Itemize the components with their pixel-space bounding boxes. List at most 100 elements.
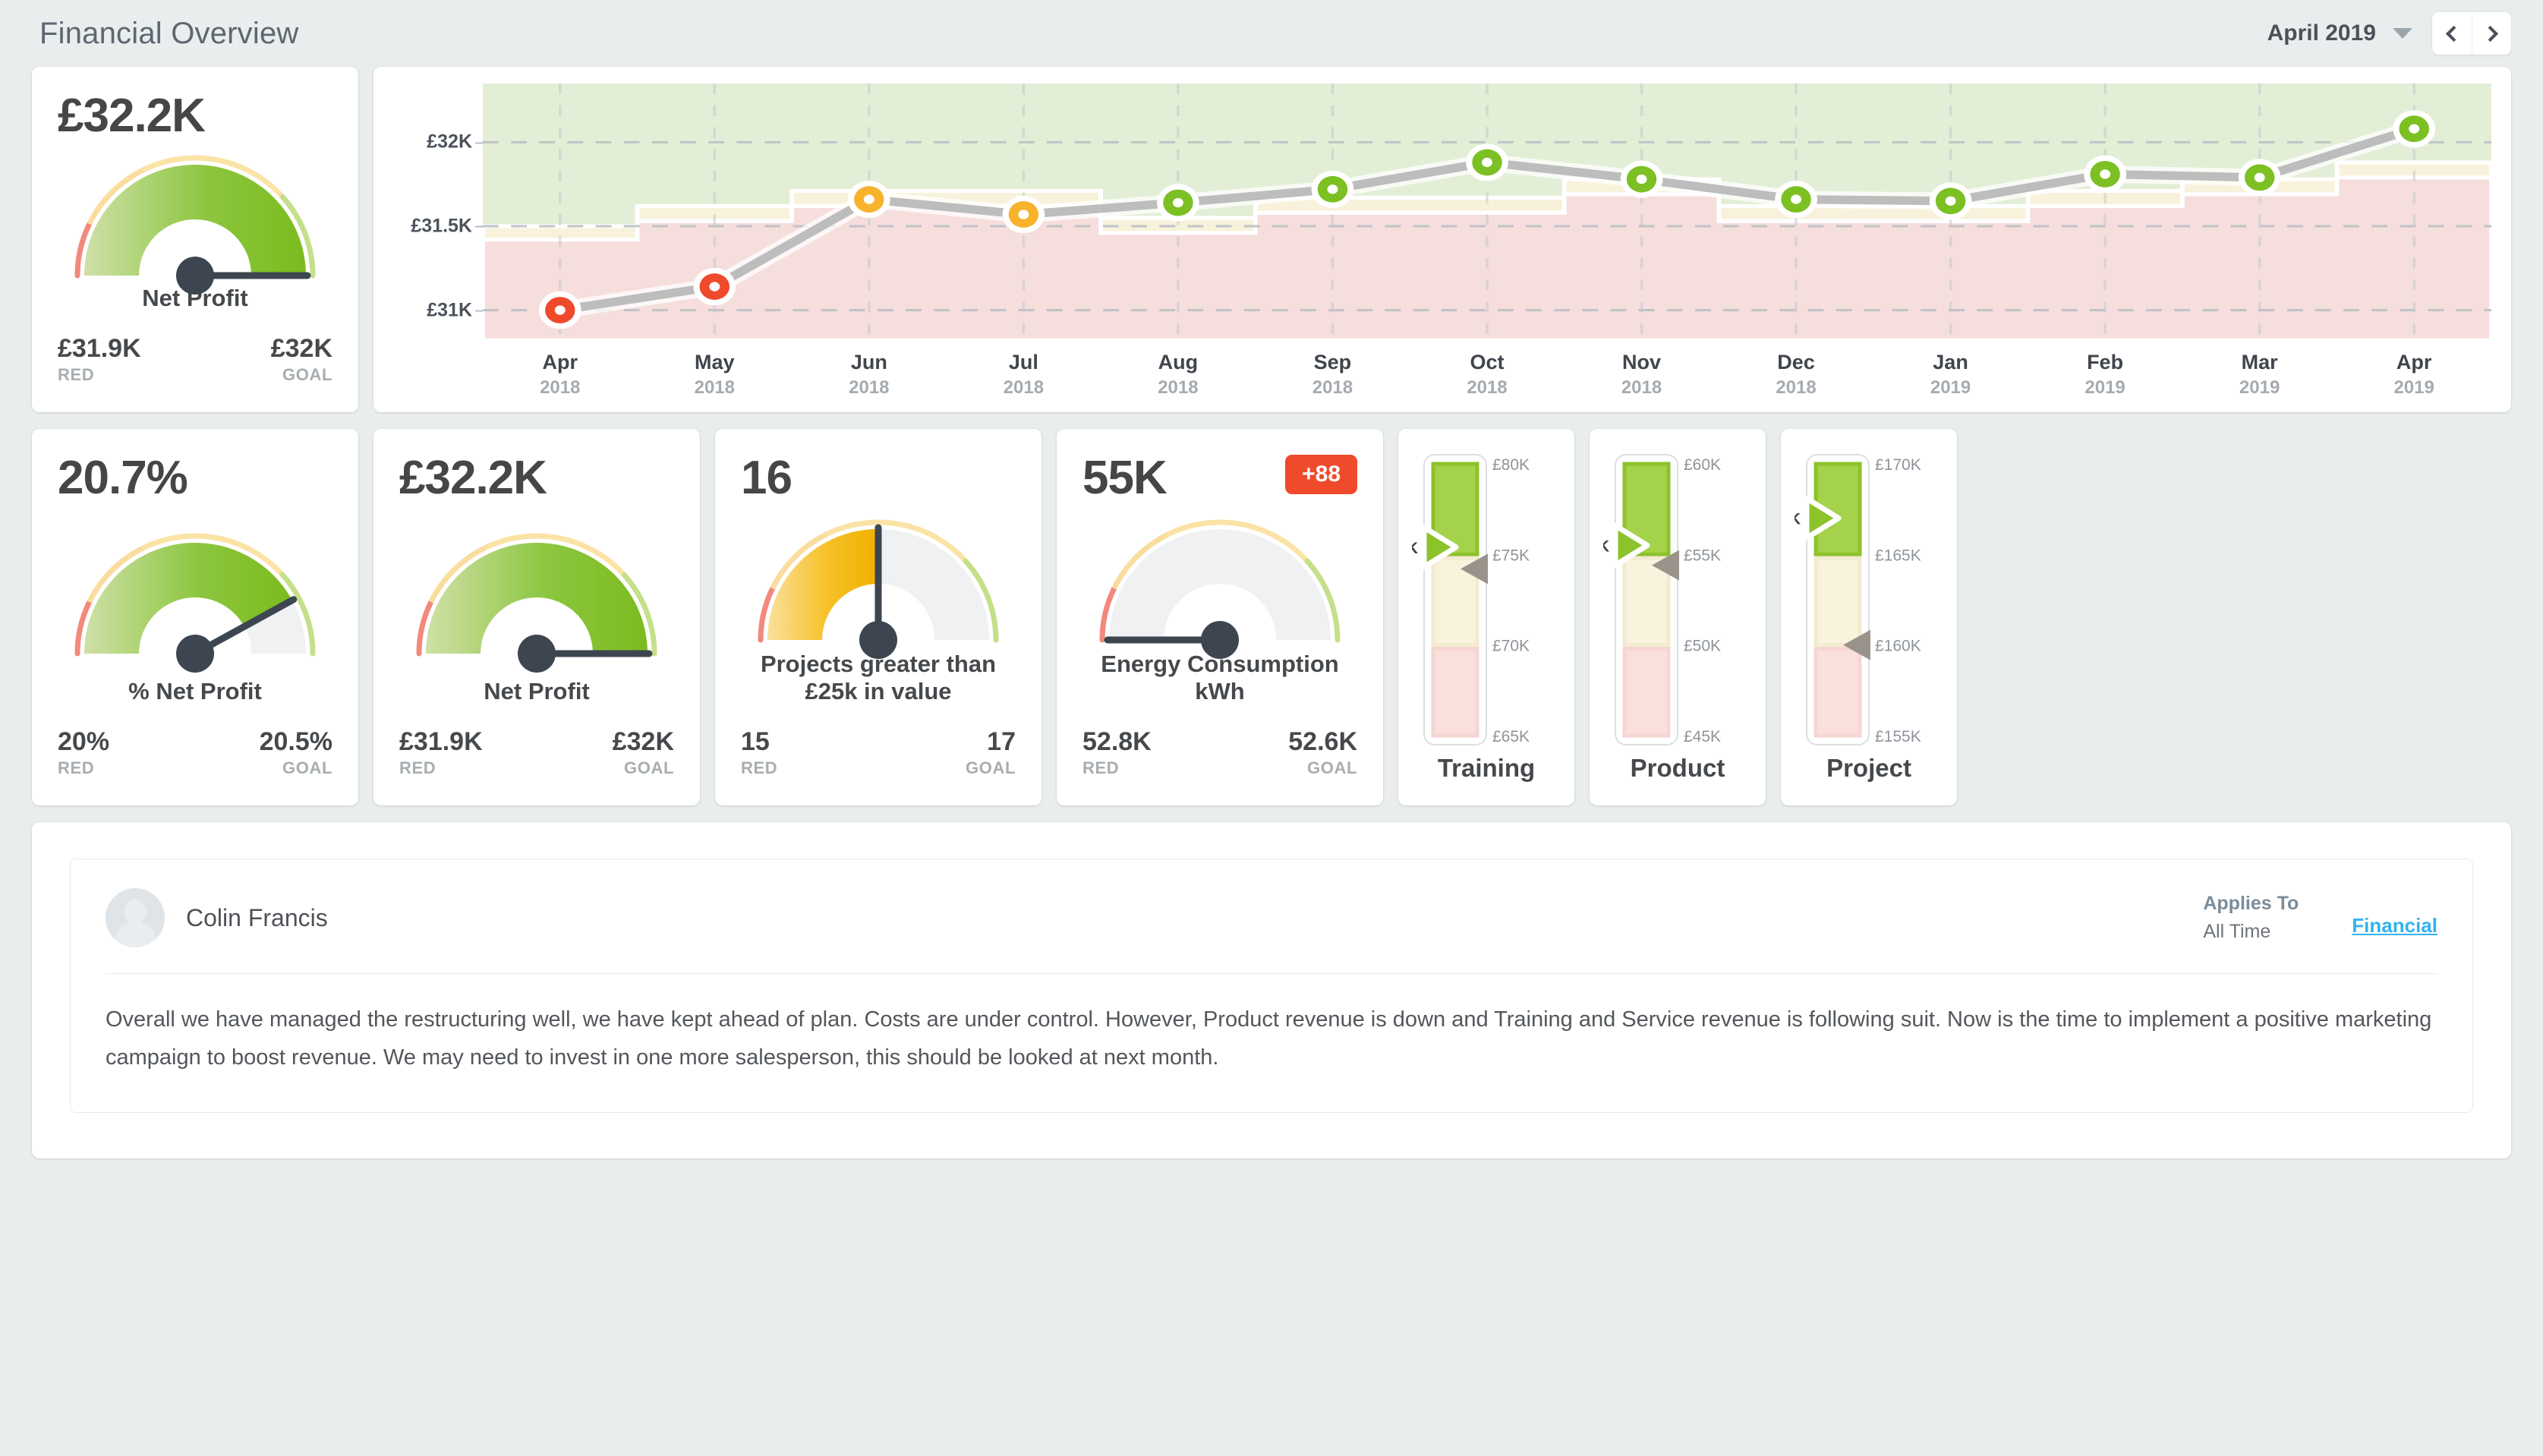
kpi-red-value: 15	[741, 726, 770, 756]
gauge-container	[58, 502, 332, 676]
kpi-card-pct-net-profit[interactable]: 20.7% % Net Profit 20% RED 20.5% GOAL	[32, 429, 358, 806]
prev-period-button[interactable]	[2432, 12, 2472, 55]
kpi-goal-caption: GOAL	[282, 365, 332, 385]
kpi-goal-threshold: £32K GOAL	[271, 334, 332, 385]
kpi-goal-threshold: 17 GOAL	[966, 726, 1016, 778]
kpi-goal-value: 17	[987, 726, 1016, 756]
svg-text:£155K: £155K	[1875, 728, 1921, 745]
kpi-card-projects[interactable]: 16 Projects greater than £25k in value 1…	[715, 429, 1041, 806]
chart-x-tick: Sep 2018	[1256, 351, 1410, 399]
gauge-energy-consumption	[1099, 515, 1341, 659]
chart-x-tick-year: 2019	[2239, 377, 2280, 399]
kpi-goal-caption: GOAL	[966, 758, 1016, 778]
bullet-chart-container: £167K £170K £165K £160K £155K	[1795, 452, 1943, 748]
period-label: April 2019	[2267, 20, 2376, 46]
svg-text:£160K: £160K	[1875, 638, 1921, 655]
kpi-value: 20.7%	[58, 452, 188, 505]
kpi-footer: 52.8K RED 52.6K GOAL	[1082, 726, 1357, 778]
bullet-label: Product	[1630, 754, 1725, 783]
chart-x-tick-year: 2018	[849, 377, 890, 399]
kpi-red-caption: RED	[399, 758, 436, 778]
kpi-red-value: £31.9K	[399, 726, 483, 756]
kpi-label-line-2: £25k in value	[805, 678, 952, 704]
kpi-header: 20.7%	[58, 455, 332, 502]
bullet-card-project[interactable]: £167K £170K £165K £160K £155K Project	[1781, 429, 1957, 806]
svg-text:£75.4K: £75.4K	[1412, 540, 1418, 557]
chart-plot	[483, 84, 2491, 341]
bullet-card-training[interactable]: £75.4K £80K £75K £70K £65K Training	[1398, 429, 1574, 806]
kpi-card-energy-consumption[interactable]: 55K +88 Energy Consumption kWh 52.8K RED…	[1057, 429, 1383, 806]
net-profit-trend-chart-card[interactable]: £31K £31.5K £32K Apr 2018 May 2018 Jun 2018 Jul 2…	[373, 67, 2511, 413]
chart-x-tick: Apr 2019	[2337, 351, 2491, 399]
kpi-red-value: 52.8K	[1082, 726, 1152, 756]
status-badge: +88	[1285, 455, 1357, 494]
chart-plot-area: £31K £31.5K £32K	[393, 84, 2491, 341]
chart-x-tick-year: 2019	[2085, 377, 2125, 399]
svg-text:£45K: £45K	[1684, 728, 1721, 745]
gauge-net-profit-2	[416, 528, 657, 673]
chart-x-tick-month: Oct	[1470, 351, 1505, 374]
chart-x-tick-month: Dec	[1777, 351, 1815, 374]
chart-x-tick-year: 2018	[540, 377, 581, 399]
kpi-red-caption: RED	[58, 365, 95, 385]
period-selector[interactable]: April 2019	[2267, 20, 2412, 46]
svg-text:£170K: £170K	[1875, 456, 1921, 474]
chart-x-tick-month: Jan	[1933, 351, 1968, 374]
kpi-footer: £31.9K RED £32K GOAL	[58, 334, 332, 385]
page-title: Financial Overview	[39, 16, 299, 50]
kpi-red-threshold: £31.9K RED	[58, 334, 141, 385]
kpi-label-line-2: kWh	[1195, 678, 1245, 704]
chart-x-tick-month: Sep	[1313, 351, 1352, 374]
kpi-card-net-profit-2[interactable]: £32.2K Net Profit £31.9K RED £32K GOAL	[373, 429, 700, 806]
chart-x-tick-year: 2018	[694, 377, 735, 399]
chart-x-tick-year: 2018	[1158, 377, 1199, 399]
chart-x-tick-year: 2018	[1621, 377, 1662, 399]
chart-x-tick-year: 2019	[2393, 377, 2434, 399]
chart-x-tick-month: Feb	[2087, 351, 2124, 374]
kpi-red-caption: RED	[741, 758, 778, 778]
next-period-button[interactable]	[2472, 12, 2511, 55]
kpi-header: 55K +88	[1082, 455, 1357, 502]
comment-card: Colin Francis Applies To All Time Financ…	[32, 822, 2511, 1159]
svg-text:£65K: £65K	[1492, 728, 1530, 745]
kpi-goal-value: 52.6K	[1288, 726, 1357, 756]
svg-text:£165K: £165K	[1875, 547, 1921, 565]
chart-x-tick-month: Apr	[2396, 351, 2432, 374]
chart-y-tick: £31.5K	[411, 215, 483, 237]
kpi-header: 16	[741, 455, 1016, 502]
bullet-chart-container: £55.5K £60K £55K £50K £45K	[1603, 452, 1752, 748]
kpi-label: % Net Profit	[128, 678, 262, 704]
kpi-goal-caption: GOAL	[624, 758, 674, 778]
chart-x-tick: Jan 2019	[1873, 351, 2028, 399]
bullet-card-product[interactable]: £55.5K £60K £55K £50K £45K Product	[1590, 429, 1766, 806]
kpi-red-caption: RED	[1082, 758, 1120, 778]
kpi-header: £32.2K	[58, 93, 332, 140]
applies-to-label: Applies To	[2203, 892, 2299, 914]
bullet-chart-container: £75.4K £80K £75K £70K £65K	[1412, 452, 1561, 748]
svg-text:£70K: £70K	[1492, 638, 1530, 655]
chart-svg	[483, 84, 2491, 341]
gauge-container	[399, 502, 674, 676]
dashboard-row-2: 20.7% % Net Profit 20% RED 20.5% GOAL £3…	[32, 429, 2511, 806]
svg-text:£60K: £60K	[1684, 456, 1721, 474]
kpi-card-net-profit[interactable]: £32.2K Net Profit £31.9K RED £32K GOAL	[32, 67, 358, 413]
comment-link-financial[interactable]: Financial	[2352, 914, 2437, 938]
chevron-down-icon	[2393, 28, 2412, 39]
bullet-label: Training	[1437, 754, 1536, 783]
kpi-value: £32.2K	[399, 452, 547, 505]
kpi-red-caption: RED	[58, 758, 95, 778]
chart-y-tick: £32K	[427, 131, 483, 153]
kpi-goal-caption: GOAL	[282, 758, 332, 778]
gauge-projects	[758, 515, 999, 659]
chart-x-tick: Apr 2018	[483, 351, 638, 399]
kpi-goal-value: £32K	[612, 726, 674, 756]
kpi-goal-value: 20.5%	[259, 726, 332, 756]
kpi-label: Projects greater than £25k in value	[741, 651, 1016, 705]
comment-meta: Applies To All Time Financial	[2203, 891, 2437, 946]
svg-text:£80K: £80K	[1492, 456, 1530, 474]
comment-body: Overall we have managed the restructurin…	[106, 1007, 2432, 1070]
chart-x-tick-year: 2019	[1930, 377, 1971, 399]
avatar	[106, 888, 165, 948]
kpi-goal-caption: GOAL	[1307, 758, 1357, 778]
chart-x-tick-month: May	[695, 351, 735, 374]
